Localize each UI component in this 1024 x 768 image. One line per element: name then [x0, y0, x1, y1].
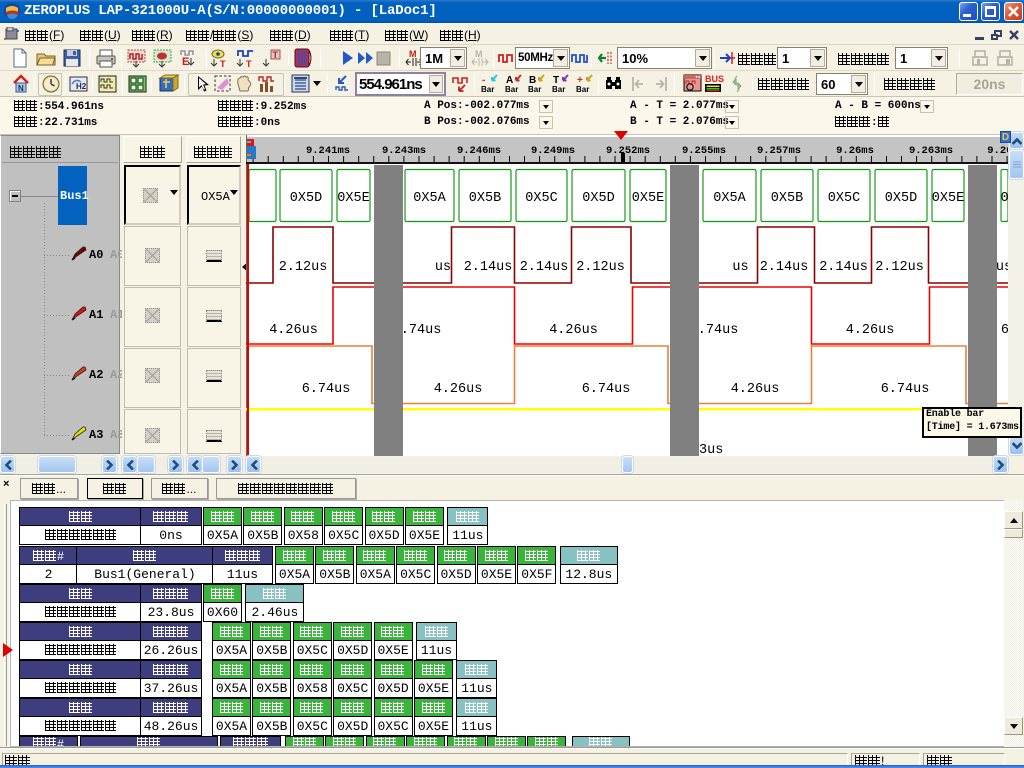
- svg-text:4.26us: 4.26us: [434, 382, 483, 397]
- svg-text:4.26us: 4.26us: [549, 323, 598, 338]
- svg-text:4.26us: 4.26us: [269, 323, 318, 338]
- svg-text:2.14us: 2.14us: [464, 260, 513, 275]
- svg-text:Bar: Bar: [576, 85, 589, 94]
- svg-text:2.12us: 2.12us: [875, 260, 924, 275]
- svg-text:9.246ms: 9.246ms: [457, 145, 501, 157]
- svg-text:9.255ms: 9.255ms: [682, 145, 726, 157]
- svg-text:us: us: [996, 260, 1008, 275]
- svg-text:M: M: [475, 49, 483, 59]
- svg-text:9.249ms: 9.249ms: [531, 145, 575, 157]
- svg-text:9.268: 9.268: [987, 145, 1008, 157]
- svg-text:2.12us: 2.12us: [279, 260, 328, 275]
- svg-text:6.: 6.: [1001, 323, 1008, 338]
- svg-text:N: N: [18, 84, 24, 93]
- svg-text:6.74us: 6.74us: [881, 382, 930, 397]
- svg-text:0X5E: 0X5E: [337, 191, 369, 206]
- svg-text:T: T: [246, 59, 252, 68]
- svg-text:Bar: Bar: [505, 85, 518, 94]
- svg-text:0X5D: 0X5D: [290, 191, 322, 206]
- svg-text:us: us: [435, 260, 451, 275]
- svg-text:4.26us: 4.26us: [846, 323, 895, 338]
- svg-text:2.14us: 2.14us: [819, 260, 868, 275]
- svg-text:H2: H2: [76, 82, 87, 91]
- svg-text:0X5A: 0X5A: [413, 191, 446, 206]
- svg-text:0X5E: 0X5E: [932, 191, 964, 206]
- svg-text:0: 0: [1000, 191, 1008, 206]
- svg-text:0X5D: 0X5D: [582, 191, 614, 206]
- svg-text:9.252ms: 9.252ms: [606, 145, 650, 157]
- svg-text:6.74us: 6.74us: [582, 382, 631, 397]
- svg-text:4.26us: 4.26us: [731, 382, 780, 397]
- svg-text:T: T: [273, 50, 279, 60]
- svg-text:9.263ms: 9.263ms: [909, 145, 953, 157]
- svg-text:2.14us: 2.14us: [760, 260, 809, 275]
- svg-text:M: M: [409, 49, 417, 59]
- svg-text:0X5C: 0X5C: [828, 191, 860, 206]
- svg-text:9.26ms: 9.26ms: [836, 145, 874, 157]
- svg-text:Bar: Bar: [552, 85, 565, 94]
- svg-text:BUS: BUS: [705, 74, 724, 84]
- svg-text:6.74us: 6.74us: [302, 382, 351, 397]
- svg-text:T: T: [220, 59, 226, 68]
- svg-text:us: us: [732, 260, 748, 275]
- svg-text:Bar: Bar: [528, 85, 541, 94]
- svg-text:2.12us: 2.12us: [576, 260, 625, 275]
- svg-text:9.243ms: 9.243ms: [382, 145, 426, 157]
- svg-text:0X5D: 0X5D: [885, 191, 917, 206]
- svg-text:9.241ms: 9.241ms: [306, 145, 350, 157]
- svg-text:2.14us: 2.14us: [520, 260, 569, 275]
- svg-text:Bar: Bar: [481, 85, 494, 94]
- svg-text:0X5A: 0X5A: [713, 191, 746, 206]
- svg-text:3us: 3us: [699, 443, 723, 456]
- svg-text:0X5E: 0X5E: [632, 191, 664, 206]
- svg-text:9.257ms: 9.257ms: [757, 145, 801, 157]
- svg-text:0X5B: 0X5B: [771, 191, 803, 206]
- svg-text:0X5C: 0X5C: [525, 191, 557, 206]
- svg-text:0X5B: 0X5B: [469, 191, 501, 206]
